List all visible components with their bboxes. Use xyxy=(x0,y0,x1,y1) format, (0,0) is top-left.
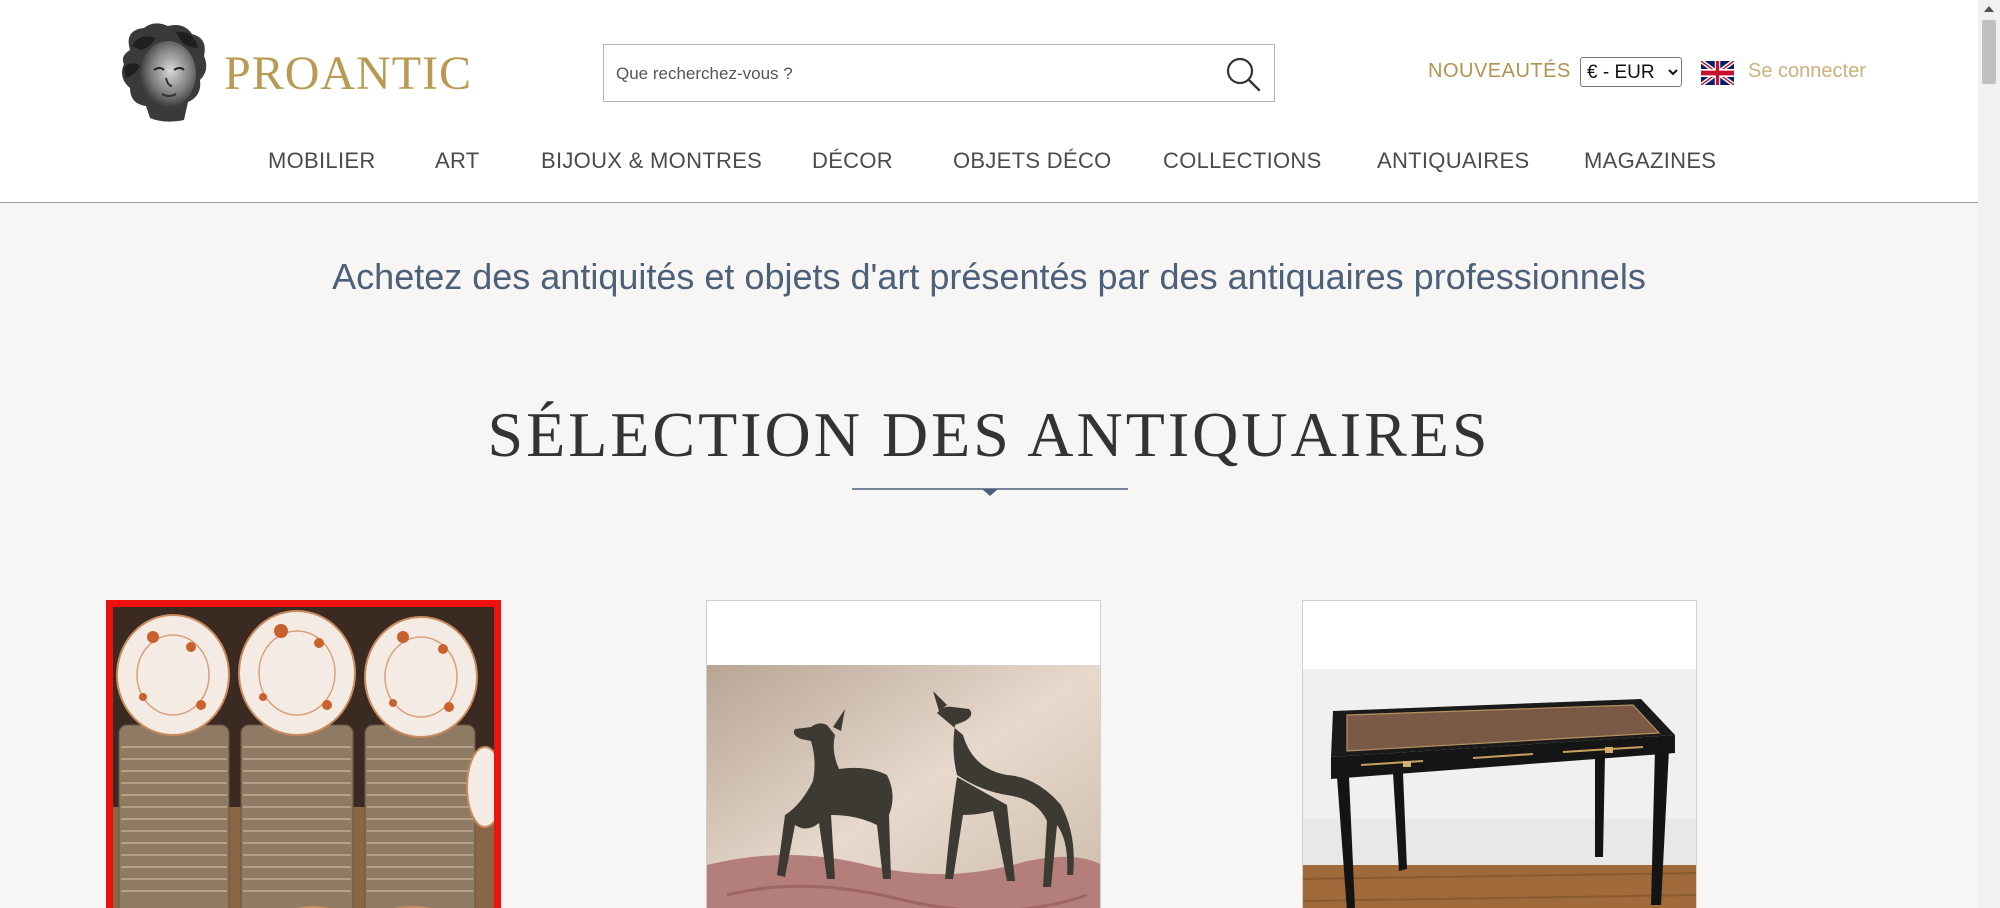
page-scrollbar[interactable] xyxy=(1978,0,2000,908)
nav-item-antiquaires[interactable]: ANTIQUAIRES xyxy=(1377,148,1529,174)
site-logo[interactable]: PROANTIC xyxy=(110,20,473,124)
nav-item-magazines[interactable]: MAGAZINES xyxy=(1584,148,1716,174)
main-nav: MOBILIER ART BIJOUX & MONTRES DÉCOR OBJE… xyxy=(0,148,1978,178)
currency-select[interactable]: € - EUR xyxy=(1580,57,1682,87)
search-icon[interactable] xyxy=(1224,55,1262,93)
title-divider xyxy=(852,488,1128,496)
page: PROANTIC NOUVEAUTÉS € - EUR Se connecter… xyxy=(0,0,1978,908)
nav-item-decor[interactable]: DÉCOR xyxy=(812,148,893,174)
product-card-greyhounds[interactable] xyxy=(706,600,1101,908)
product-card-plates[interactable] xyxy=(106,600,501,908)
nav-item-collections[interactable]: COLLECTIONS xyxy=(1163,148,1322,174)
nav-item-art[interactable]: ART xyxy=(435,148,480,174)
brand-name: PROANTIC xyxy=(224,47,473,100)
nav-item-mobilier[interactable]: MOBILIER xyxy=(268,148,376,174)
hero-tagline: Achetez des antiquités et objets d'art p… xyxy=(332,256,1646,297)
login-link[interactable]: Se connecter xyxy=(1748,60,1866,83)
site-header: PROANTIC NOUVEAUTÉS € - EUR Se connecter… xyxy=(0,0,1978,203)
search-input[interactable] xyxy=(614,45,1208,103)
logo-head-icon xyxy=(122,23,207,122)
search-bar xyxy=(603,44,1275,103)
section-title: SÉLECTION DES ANTIQUAIRES xyxy=(487,399,1491,470)
scrollbar-thumb[interactable] xyxy=(1982,20,1996,84)
scroll-up-arrow-icon[interactable] xyxy=(1978,0,2000,18)
nav-item-bijoux-montres[interactable]: BIJOUX & MONTRES xyxy=(541,148,762,174)
nav-item-objets-deco[interactable]: OBJETS DÉCO xyxy=(953,148,1112,174)
porcelain-plates-image xyxy=(113,607,494,908)
black-desk-image xyxy=(1303,669,1696,908)
product-card-desk[interactable] xyxy=(1302,600,1697,908)
bronze-greyhounds-image xyxy=(707,665,1100,908)
new-arrivals-link[interactable]: NOUVEAUTÉS xyxy=(1428,60,1571,83)
uk-flag-icon[interactable] xyxy=(1701,61,1734,85)
